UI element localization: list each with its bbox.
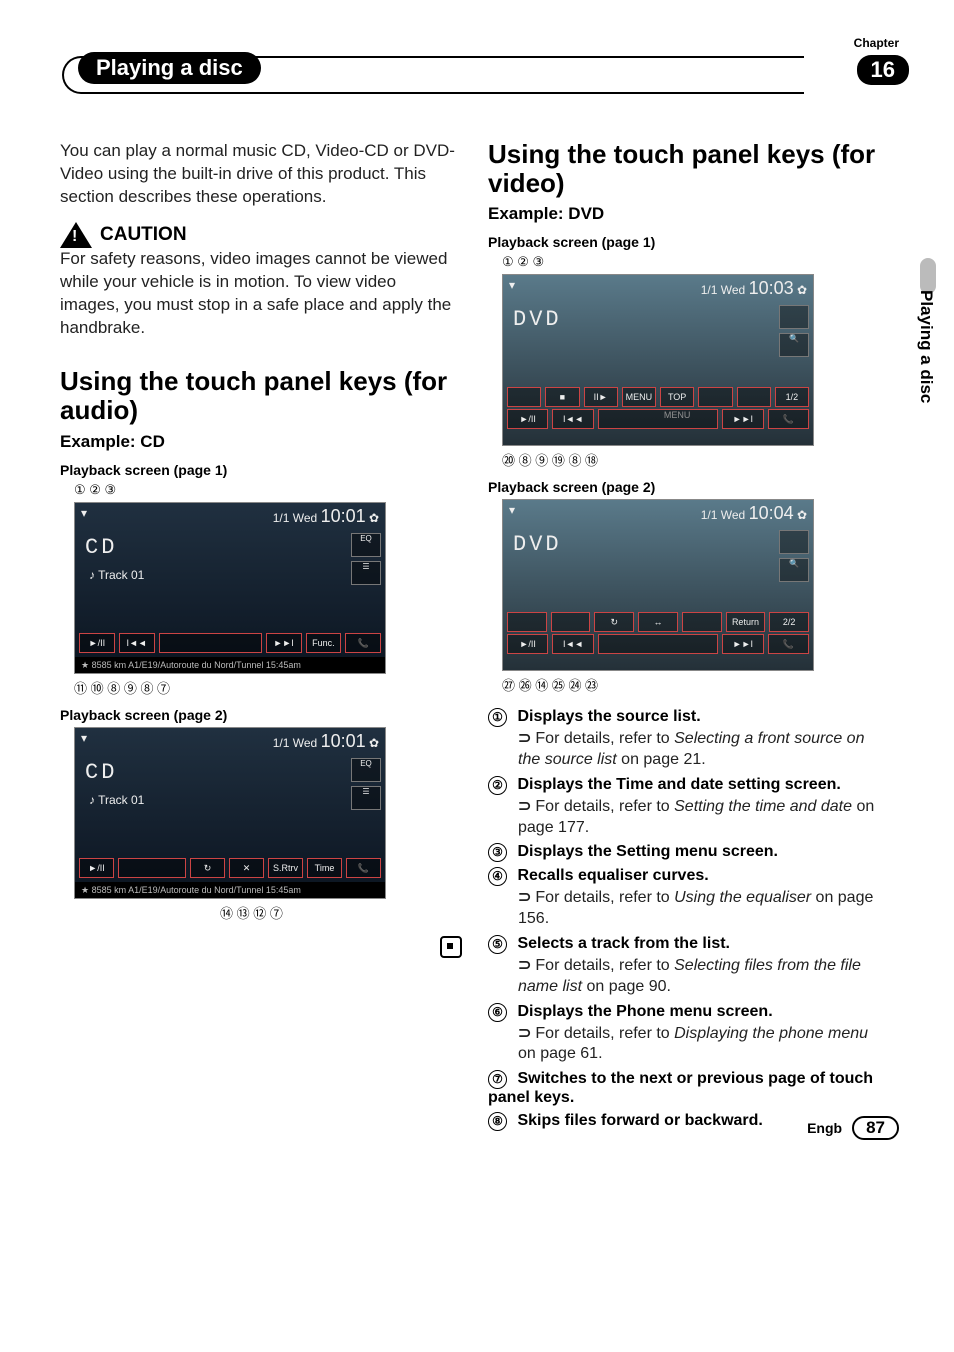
page-footer: Engb 87 <box>807 1116 899 1140</box>
video-s1-bottom-callouts: ⑳ ⑧ ⑨ ⑲ ⑧ ⑱ <box>502 450 888 469</box>
audio-example: Example: CD <box>60 432 460 452</box>
section-header-bar: Playing a disc <box>62 56 804 94</box>
caution-body: For safety reasons, video images cannot … <box>60 248 460 339</box>
page-number: 87 <box>852 1116 899 1140</box>
audio-screen2-label: Playback screen (page 2) <box>60 707 460 723</box>
footer-lang: Engb <box>807 1120 842 1136</box>
right-column: Using the touch panel keys (for video) E… <box>488 140 888 1136</box>
video-s1-top-callouts: ① ② ③ <box>502 254 888 270</box>
def-title-4: Recalls equaliser curves. <box>517 867 708 884</box>
def-title-7: Switches to the next or previous page of… <box>488 1070 873 1106</box>
audio-screenshot-1: ▾ 1/1 Wed 10:01 ✿ CD EQ☰ ♪ Track 01 ►/II… <box>74 502 386 674</box>
def-title-5: Selects a track from the list. <box>517 935 730 952</box>
audio-s1-top-callouts: ① ② ③ <box>74 482 460 498</box>
def-num-4: ④ <box>488 867 507 886</box>
chapter-number: 16 <box>857 55 909 85</box>
video-s2-bottom-callouts: ㉗ ㉖ ⑭ ㉕ ㉔ ㉓ <box>502 675 888 694</box>
audio-screenshot-2: ▾ 1/1 Wed 10:01 ✿ CD EQ☰ ♪ Track 01 ►/II… <box>74 727 386 899</box>
video-screenshot-2: ▾ 1/1 Wed 10:04 ✿ DVD 🔍 ↻ ↔ Return 2/2 ►… <box>502 499 814 671</box>
def-num-3: ③ <box>488 843 507 862</box>
video-screen2-label: Playback screen (page 2) <box>488 479 888 495</box>
video-heading: Using the touch panel keys (for video) <box>488 140 888 198</box>
audio-screen1-label: Playback screen (page 1) <box>60 462 460 478</box>
def-num-2: ② <box>488 776 507 795</box>
video-screen1-label: Playback screen (page 1) <box>488 234 888 250</box>
chapter-label: Chapter <box>854 36 899 50</box>
caution-label: CAUTION <box>100 224 187 246</box>
def-title-1: Displays the source list. <box>517 708 700 725</box>
def-num-5: ⑤ <box>488 935 507 954</box>
definitions-list: ① Displays the source list. ⊃For details… <box>488 708 888 1131</box>
warning-icon <box>60 222 92 248</box>
section-end-icon <box>440 936 462 958</box>
def-num-7: ⑦ <box>488 1070 507 1089</box>
side-tab-label: Playing a disc <box>916 290 936 403</box>
audio-s2-bottom-callouts: ⑭ ⑬ ⑫ ⑦ <box>220 903 460 922</box>
def-num-8: ⑧ <box>488 1112 507 1131</box>
def-num-1: ① <box>488 708 507 727</box>
def-title-3: Displays the Setting menu screen. <box>517 843 778 860</box>
video-example: Example: DVD <box>488 204 888 224</box>
video-screenshot-1: ▾ 1/1 Wed 10:03 ✿ DVD 🔍 ■ II► MENU TOP M… <box>502 274 814 446</box>
audio-heading: Using the touch panel keys (for audio) <box>60 367 460 425</box>
def-title-2: Displays the Time and date setting scree… <box>517 776 840 793</box>
section-header: Playing a disc <box>78 52 261 84</box>
left-column: You can play a normal music CD, Video-CD… <box>60 140 460 1136</box>
def-title-8: Skips files forward or backward. <box>517 1112 762 1129</box>
audio-s1-bottom-callouts: ⑪ ⑩ ⑧ ⑨ ⑧ ⑦ <box>74 678 460 697</box>
side-tab-decoration <box>920 258 936 294</box>
def-title-6: Displays the Phone menu screen. <box>517 1003 772 1020</box>
def-num-6: ⑥ <box>488 1003 507 1022</box>
intro-text: You can play a normal music CD, Video-CD… <box>60 140 460 208</box>
